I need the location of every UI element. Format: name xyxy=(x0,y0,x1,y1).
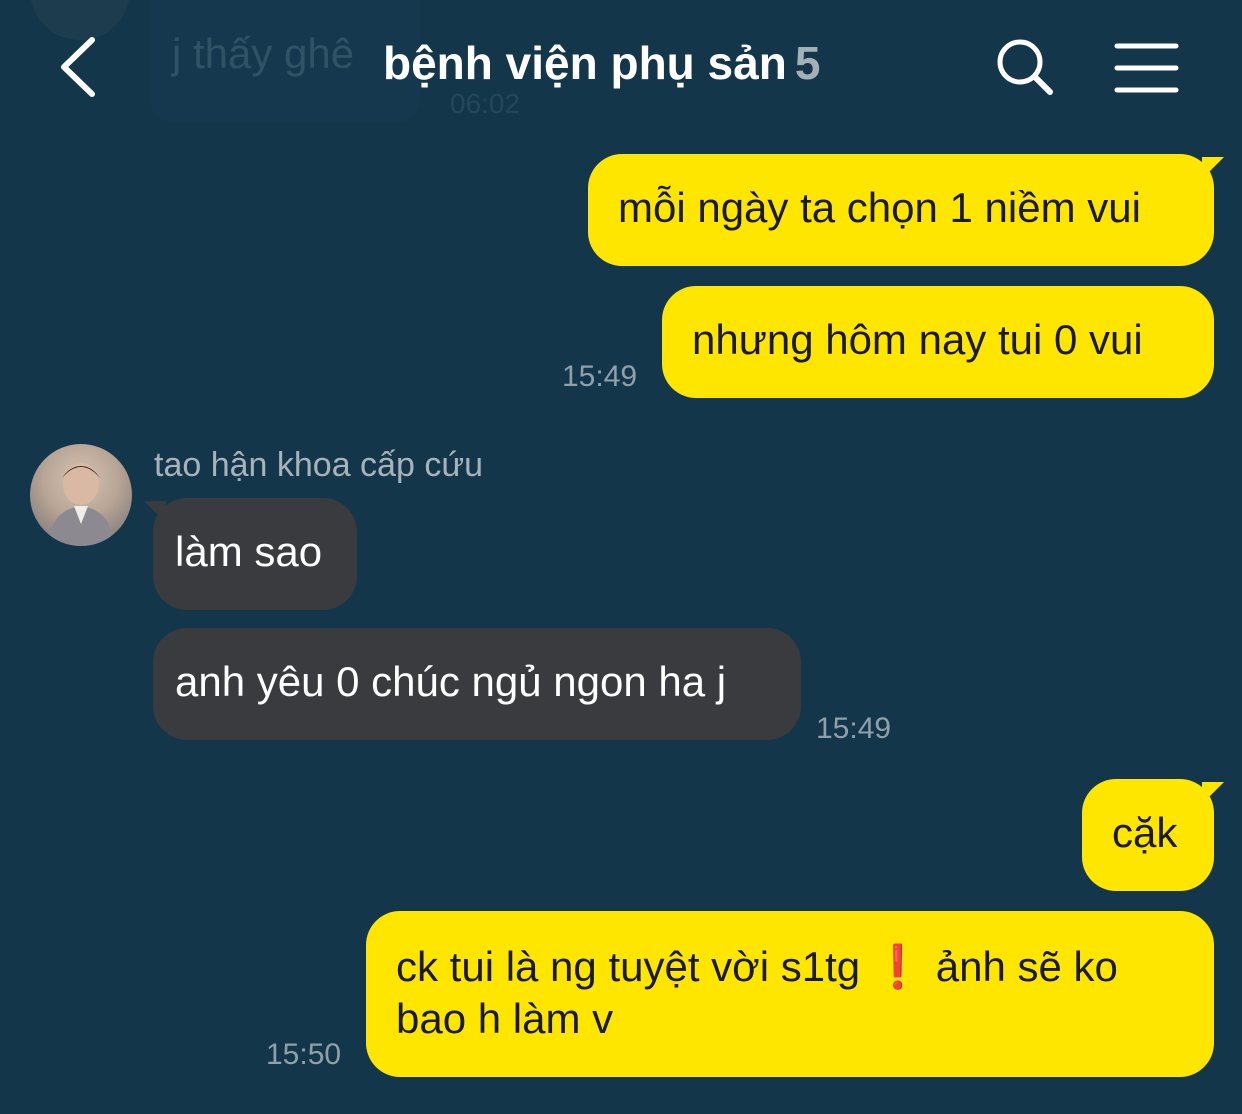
message-timestamp: 15:49 xyxy=(816,712,892,745)
message-text: cặk xyxy=(1112,809,1178,856)
message-bubble[interactable]: anh yêu 0 chúc ngủ ngon ha j xyxy=(153,628,801,740)
message-bubble[interactable]: ck tui là ng tuyệt vời s1tg ❗ ảnh sẽ ko … xyxy=(366,911,1214,1077)
message-text: nhưng hôm nay tui 0 vui xyxy=(692,316,1143,363)
member-count: 5 xyxy=(794,37,821,89)
bubble-tail xyxy=(144,501,166,523)
menu-icon xyxy=(1114,43,1179,93)
bubble-tail xyxy=(1202,157,1224,179)
message-line-2: bao h làm v xyxy=(396,995,614,1042)
message-bubble[interactable]: mỗi ngày ta chọn 1 niềm vui xyxy=(588,154,1214,266)
message-text: ck tui là ng tuyệt vời s1tg xyxy=(396,943,861,990)
avatar[interactable] xyxy=(30,444,132,546)
message-bubble[interactable]: cặk xyxy=(1082,779,1214,891)
message-timestamp: 15:50 xyxy=(266,1038,342,1071)
search-icon xyxy=(997,39,1053,95)
back-button[interactable] xyxy=(52,32,112,102)
message-text: ảnh sẽ ko xyxy=(935,943,1118,990)
profile-photo xyxy=(48,463,114,546)
chat-header: bệnh viện phụ sản 5 xyxy=(0,0,1242,130)
message-text: anh yêu 0 chúc ngủ ngon ha j xyxy=(175,658,727,705)
message-bubble[interactable]: làm sao xyxy=(153,498,357,610)
menu-button[interactable] xyxy=(1112,38,1182,98)
chevron-left-icon xyxy=(61,37,95,97)
message-text: làm sao xyxy=(175,528,323,575)
chat-title[interactable]: bệnh viện phụ sản 5 xyxy=(383,36,820,90)
bubble-tail xyxy=(1202,782,1224,804)
exclamation-emoji-icon: ❗ xyxy=(871,943,925,990)
sender-name: tao hận khoa cấp cứu xyxy=(154,446,483,484)
message-line-1: ck tui là ng tuyệt vời s1tg ❗ ảnh sẽ ko xyxy=(396,941,1184,993)
message-bubble[interactable]: nhưng hôm nay tui 0 vui xyxy=(662,286,1214,398)
message-text: mỗi ngày ta chọn 1 niềm vui xyxy=(618,184,1141,231)
message-timestamp: 15:49 xyxy=(562,360,638,393)
search-button[interactable] xyxy=(990,32,1060,102)
chat-title-text: bệnh viện phụ sản xyxy=(383,37,787,89)
